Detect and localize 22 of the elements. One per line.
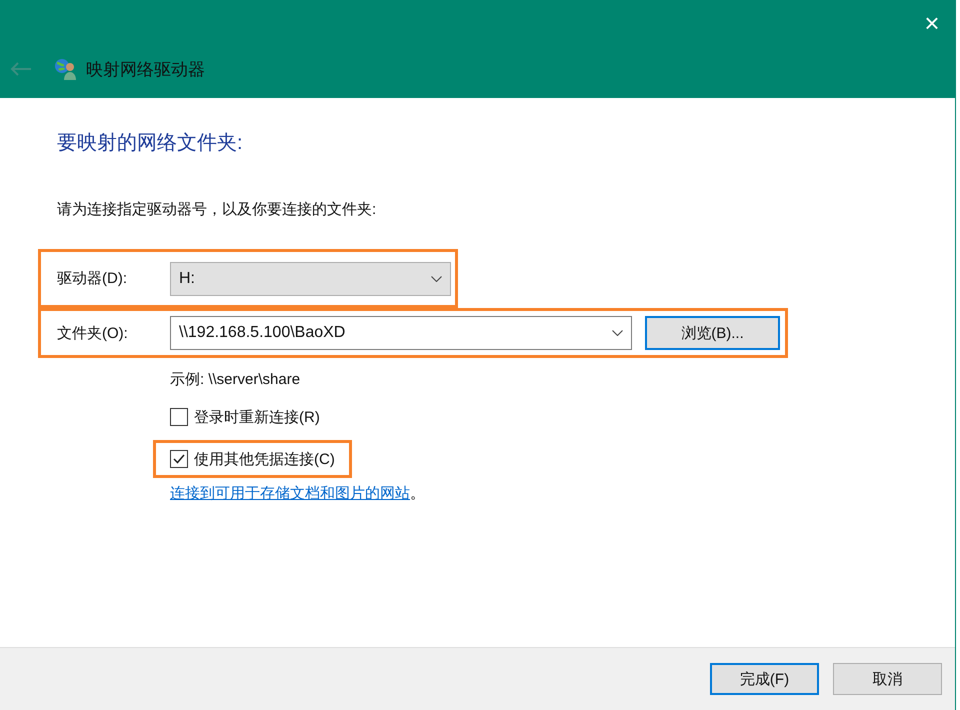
checkbox-option[interactable]: 登录时重新连接(R) (170, 408, 320, 426)
dialog-button[interactable]: 取消 (833, 663, 942, 695)
close-button[interactable]: × (917, 8, 947, 38)
dialog-button[interactable]: 完成(F) (710, 663, 819, 695)
website-link[interactable]: 连接到可用于存储文档和图片的网站 (170, 484, 410, 504)
drive-label: 驱动器(D): (57, 269, 128, 288)
window-title: 映射网络驱动器 (86, 58, 205, 80)
instruction-text: 请为连接指定驱动器号，以及你要连接的文件夹: (57, 200, 378, 220)
folder-combobox[interactable]: \\192.168.5.100\BaoXD (170, 316, 632, 350)
browse-button[interactable]: 浏览(B)... (645, 316, 780, 350)
folder-label: 文件夹(O): (57, 324, 129, 342)
checkmark-icon (173, 454, 185, 464)
network-user-icon (54, 57, 78, 81)
chevron-down-icon (612, 330, 623, 336)
section-heading: 要映射的网络文件夹: (57, 131, 244, 156)
checkbox[interactable] (170, 450, 188, 468)
checkbox-option[interactable]: 使用其他凭据连接(C) (170, 450, 335, 468)
chevron-down-icon (431, 276, 442, 282)
period-text: 。 (410, 484, 425, 504)
drive-dropdown[interactable]: H: (170, 262, 451, 296)
example-text: 示例: \\server\share (170, 370, 302, 390)
checkbox[interactable] (170, 408, 188, 426)
